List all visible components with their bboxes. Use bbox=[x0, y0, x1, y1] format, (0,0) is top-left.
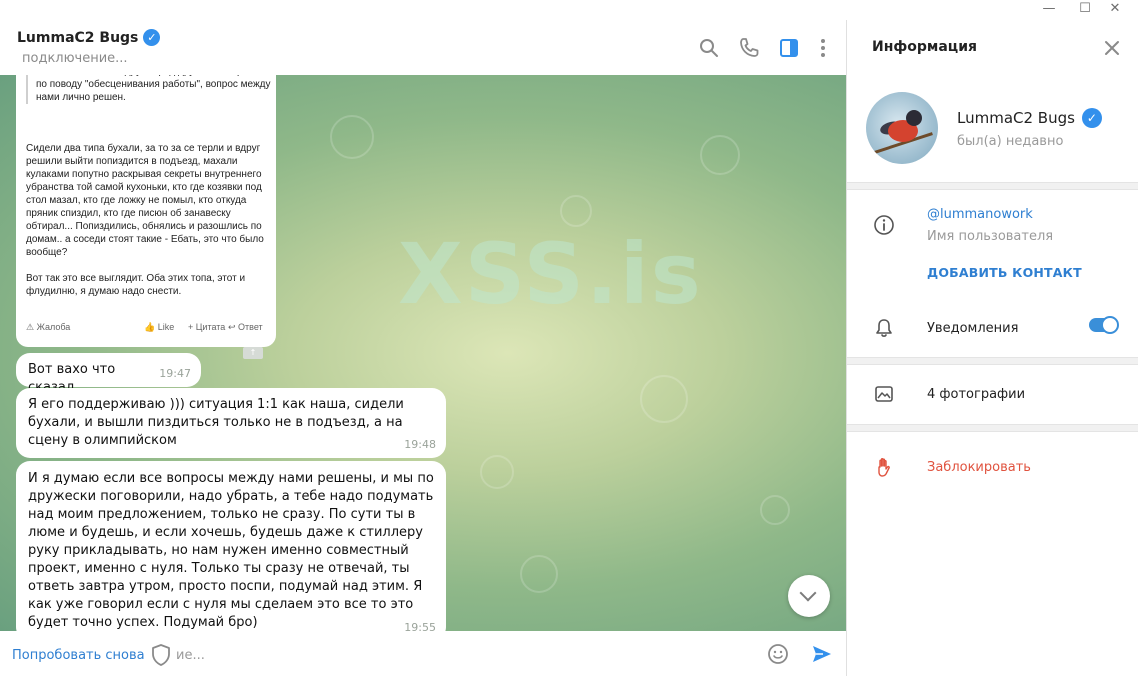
minimize-button[interactable]: — bbox=[1034, 0, 1064, 20]
scroll-down-button[interactable] bbox=[788, 575, 830, 617]
message-bubble[interactable]: Я его поддерживаю ))) ситуация 1:1 как н… bbox=[16, 388, 446, 458]
maximize-button[interactable]: ☐ bbox=[1070, 0, 1100, 20]
background-doodle bbox=[640, 375, 688, 423]
info-icon bbox=[874, 215, 894, 235]
screenshot-quote: Извинились за это друг перед другом. Кон… bbox=[26, 75, 274, 104]
message-time: 19:55 bbox=[404, 621, 436, 631]
username-label: Имя пользователя bbox=[927, 229, 1054, 244]
screenshot-scroll-tab: ↑ bbox=[243, 347, 263, 359]
verified-badge-icon bbox=[1081, 108, 1102, 128]
bell-icon bbox=[876, 319, 892, 337]
chat-title-text: LummaC2 Bugs bbox=[17, 29, 139, 46]
notifications-toggle[interactable] bbox=[1089, 316, 1119, 334]
message-input[interactable]: ие... bbox=[176, 648, 205, 663]
chat-header[interactable]: LummaC2 Bugs подключение... bbox=[0, 20, 846, 76]
last-seen: был(а) недавно bbox=[957, 134, 1064, 149]
search-icon[interactable] bbox=[697, 36, 721, 60]
verified-badge-icon bbox=[143, 29, 161, 46]
chat-pane: LummaC2 Bugs подключение... XSS.is Изв bbox=[0, 20, 846, 676]
panel-title: Информация bbox=[872, 39, 977, 55]
block-user-button[interactable]: Заблокировать bbox=[927, 460, 1031, 475]
close-icon: ✕ bbox=[1109, 1, 1121, 16]
minimize-icon: — bbox=[1042, 1, 1056, 16]
background-doodle bbox=[520, 555, 558, 593]
photos-link[interactable]: 4 фотографии bbox=[927, 387, 1025, 402]
message-composer[interactable]: Попробовать снова ие... bbox=[0, 631, 846, 676]
hand-stop-icon bbox=[878, 458, 890, 477]
retry-link[interactable]: Попробовать снова bbox=[12, 648, 145, 663]
photo-icon bbox=[875, 386, 893, 402]
section-divider bbox=[847, 424, 1138, 432]
screenshot-paragraph: Вот так это все выглядит. Оба этих топа,… bbox=[26, 273, 246, 297]
avatar[interactable] bbox=[866, 92, 938, 164]
background-doodle bbox=[760, 495, 790, 525]
section-divider bbox=[847, 357, 1138, 365]
screenshot-reply: ↩ Ответ bbox=[228, 322, 263, 332]
background-doodle bbox=[330, 115, 374, 159]
watermark-text: XSS.is bbox=[398, 225, 703, 323]
notifications-label: Уведомления bbox=[927, 321, 1019, 336]
shield-icon bbox=[152, 644, 170, 666]
chat-title[interactable]: LummaC2 Bugs bbox=[17, 29, 161, 46]
info-panel: Информация LummaC2 Bugs был(а) недавно @… bbox=[846, 20, 1138, 676]
message-time: 19:48 bbox=[404, 438, 436, 451]
emoji-icon[interactable] bbox=[766, 642, 790, 666]
username-link[interactable]: @lummanowork bbox=[927, 207, 1033, 222]
section-divider bbox=[847, 182, 1138, 190]
chat-background: XSS.is Извинились за это друг перед друг… bbox=[0, 75, 846, 631]
profile-name: LummaC2 Bugs bbox=[957, 108, 1102, 128]
background-doodle bbox=[700, 135, 740, 175]
connection-status: подключение... bbox=[22, 51, 128, 66]
message-time: 19:47 bbox=[159, 367, 191, 380]
screenshot-quote-action: + Цитата bbox=[188, 322, 226, 332]
window-title-bar: — ☐ ✕ bbox=[0, 0, 1138, 20]
screenshot-paragraph: Сидели два типа бухали, за то за се терл… bbox=[26, 143, 264, 258]
screenshot-like: 👍 Like bbox=[144, 322, 175, 332]
message-text: И я думаю если все вопросы между нами ре… bbox=[28, 471, 434, 630]
close-window-button[interactable]: ✕ bbox=[1100, 0, 1130, 20]
screenshot-actions: ⚠ Жалоба 👍 Like + Цитата ↩ Ответ bbox=[26, 321, 271, 334]
forwarded-screenshot[interactable]: Извинились за это друг перед другом. Кон… bbox=[16, 75, 276, 347]
background-doodle bbox=[480, 455, 514, 489]
message-text: Я его поддерживаю ))) ситуация 1:1 как н… bbox=[28, 397, 404, 448]
message-bubble[interactable]: И я думаю если все вопросы между нами ре… bbox=[16, 461, 446, 631]
sidebar-toggle-icon[interactable] bbox=[777, 36, 801, 60]
add-contact-button[interactable]: ДОБАВИТЬ КОНТАКТ bbox=[927, 265, 1082, 280]
close-panel-icon[interactable] bbox=[1103, 39, 1121, 57]
screenshot-body: Сидели два типа бухали, за то за се терл… bbox=[26, 142, 271, 311]
phone-icon[interactable] bbox=[737, 36, 761, 60]
maximize-icon: ☐ bbox=[1079, 1, 1091, 16]
background-doodle bbox=[560, 195, 592, 227]
send-icon[interactable] bbox=[810, 642, 834, 666]
message-bubble[interactable]: Вот вахо что сказал 19:47 bbox=[16, 353, 201, 395]
more-vertical-icon[interactable] bbox=[811, 36, 835, 60]
screenshot-complaint: ⚠ Жалоба bbox=[26, 322, 71, 332]
